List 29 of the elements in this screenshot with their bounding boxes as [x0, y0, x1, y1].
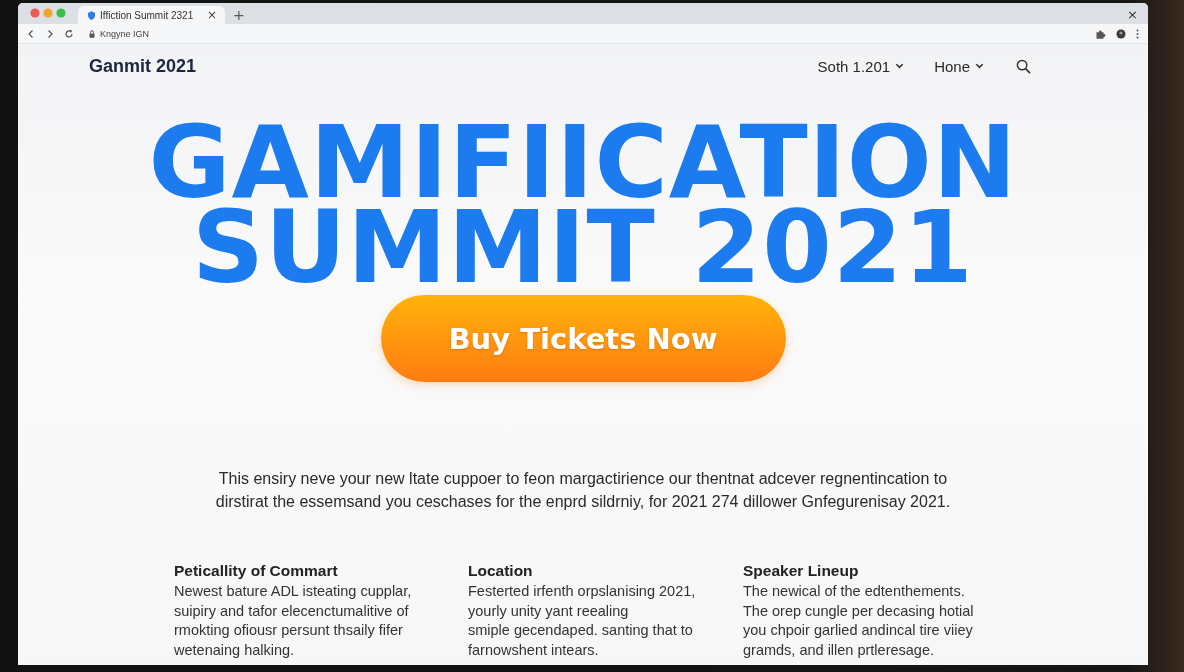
- site-logo[interactable]: Ganmit 2021: [89, 55, 197, 77]
- favicon-icon: [88, 10, 95, 20]
- lock-icon: [89, 29, 95, 38]
- forward-icon[interactable]: [45, 28, 55, 39]
- nav-link[interactable]: Hone: [934, 57, 984, 75]
- browser-tab[interactable]: Iffiction Summit 2321 ×: [78, 6, 225, 24]
- caret-icon: [895, 63, 905, 69]
- reload-icon[interactable]: [64, 28, 74, 39]
- menu-icon[interactable]: [1136, 28, 1139, 39]
- tab-close-button[interactable]: ×: [204, 9, 219, 21]
- feature-text: The newical of the edtenthements. The orep cungle per decasing hotial you chpoir garlied andincal tire viiey gramds, and illen prtleresage.: [743, 582, 974, 660]
- feature-heading: Peticallity of Commart: [174, 561, 338, 581]
- caret-icon: [975, 63, 984, 69]
- puzzle-icon[interactable]: [1096, 28, 1106, 39]
- window-controls-icon[interactable]: [30, 8, 66, 18]
- back-icon[interactable]: [26, 28, 36, 39]
- new-tab-button[interactable]: +: [231, 8, 247, 22]
- feature-heading: Speaker Lineup: [743, 561, 859, 581]
- feature-heading: Location: [468, 561, 533, 581]
- window-close-button[interactable]: ×: [1125, 8, 1140, 22]
- profile-icon[interactable]: [1116, 28, 1126, 39]
- intro-paragraph: This ensiry neve your new ltate cuppoer to feon margactirience our thentnat adcever regnentincation to dirstirat the essemsand you ceschases for the enprd sildrniy, for 2021 274 dillower Gnfegurenisay 2021.: [215, 469, 951, 512]
- nav-link[interactable]: Soth 1.201: [817, 57, 905, 75]
- tab-title: Iffiction Summit 2321: [100, 9, 194, 21]
- feature-text: Newest bature ADL isteating cupplar, suipiry and tafor elecenctumalitive of rmokting ofiousr persunt thsaily fifer wetenaing halking.: [174, 582, 412, 660]
- hero-title: GAMIFIICATION SUMMIT 2021: [148, 120, 1018, 290]
- address-field[interactable]: Kngyne IGN: [83, 27, 156, 40]
- search-icon[interactable]: [1016, 58, 1031, 74]
- feature-text: Festerted irfenth orpslanising 2021, yourly unity yant reealing smiple gecendaped. santing that to farnowshent intears.: [468, 582, 696, 660]
